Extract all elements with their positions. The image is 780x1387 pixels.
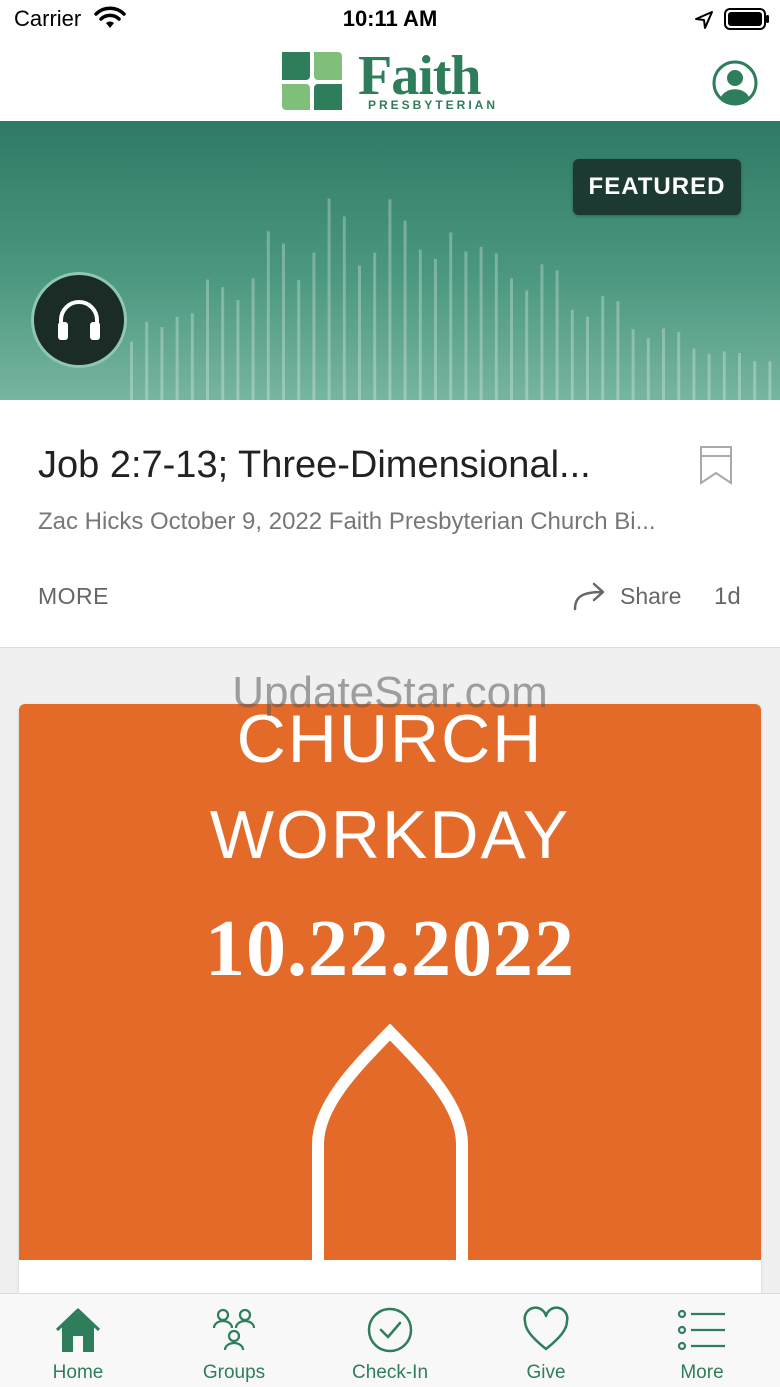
waveform-bar bbox=[312, 252, 316, 400]
home-icon bbox=[55, 1308, 101, 1352]
profile-icon[interactable] bbox=[712, 60, 758, 106]
waveform-bar bbox=[586, 316, 589, 400]
waveform-bar bbox=[358, 265, 361, 400]
waveform-bar bbox=[677, 331, 681, 400]
list-icon bbox=[677, 1309, 725, 1351]
waveform-bar bbox=[388, 199, 392, 400]
event-date: 10.22.2022 bbox=[205, 905, 575, 993]
event-title-line2: WORKDAY bbox=[209, 797, 571, 873]
waveform-bar bbox=[601, 296, 605, 400]
waveform-bar bbox=[753, 361, 757, 400]
featured-badge: FEATURED bbox=[573, 159, 741, 215]
post-age: 1d bbox=[714, 583, 741, 610]
waveform-bar bbox=[282, 243, 285, 400]
logo-mark-icon bbox=[282, 52, 342, 110]
heart-icon bbox=[523, 1306, 569, 1351]
tab-home[interactable]: Home bbox=[0, 1294, 156, 1387]
waveform-bar bbox=[662, 328, 665, 400]
waveform-bar bbox=[570, 309, 574, 400]
waveform-bar bbox=[646, 338, 650, 400]
waveform-bar bbox=[494, 253, 498, 400]
waveform-bar bbox=[190, 313, 194, 400]
waveform-bar bbox=[145, 321, 149, 400]
listen-button[interactable] bbox=[31, 272, 127, 368]
share-arrow-icon bbox=[573, 582, 605, 611]
waveform-bar bbox=[722, 351, 726, 400]
tab-give[interactable]: Give bbox=[468, 1294, 624, 1387]
faith-logo: Faith PRESBYTERIAN bbox=[280, 45, 502, 116]
sermon-title[interactable]: Job 2:7-13; Three-Dimensional... bbox=[38, 444, 678, 487]
groups-icon bbox=[212, 1308, 256, 1351]
waveform-bar bbox=[616, 301, 620, 400]
status-bar: Carrier 10:11 AM bbox=[0, 0, 780, 40]
waveform-bar bbox=[525, 290, 529, 400]
event-image: CHURCH WORKDAY 10.22.2022 bbox=[19, 704, 761, 1260]
waveform-bar bbox=[175, 316, 179, 400]
tab-groups[interactable]: Groups bbox=[156, 1294, 312, 1387]
check-in-icon bbox=[367, 1307, 413, 1353]
waveform-bar bbox=[266, 231, 270, 400]
more-link[interactable]: MORE bbox=[38, 583, 109, 610]
waveform-bar bbox=[206, 279, 209, 400]
sermon-subtitle: Zac Hicks October 9, 2022 Faith Presbyte… bbox=[38, 508, 656, 535]
tab-check-in[interactable]: Check-In bbox=[312, 1294, 468, 1387]
headphones-icon bbox=[58, 300, 100, 340]
event-card[interactable]: CHURCH WORKDAY 10.22.2022 bbox=[19, 704, 761, 1304]
church-door-arch-icon bbox=[312, 1024, 468, 1260]
status-time: 10:11 AM bbox=[342, 6, 438, 31]
waveform-bar bbox=[692, 348, 696, 400]
location-arrow-icon bbox=[695, 11, 713, 29]
waveform-bar bbox=[373, 252, 377, 400]
app-header: Faith PRESBYTERIAN bbox=[0, 40, 780, 121]
tab-give-label: Give bbox=[526, 1362, 566, 1383]
tab-home-label: Home bbox=[52, 1362, 104, 1383]
waveform-bar bbox=[631, 329, 635, 400]
waveform-bar bbox=[342, 216, 346, 400]
featured-sermon-card[interactable]: Job 2:7-13; Three-Dimensional... Zac Hic… bbox=[0, 400, 780, 648]
waveform-bar bbox=[449, 232, 453, 400]
tab-check-in-label: Check-In bbox=[351, 1362, 429, 1383]
waveform-bar bbox=[160, 327, 164, 400]
event-title-line1: CHURCH bbox=[236, 704, 544, 777]
waveform-bar bbox=[418, 249, 422, 400]
waveform-bar bbox=[738, 353, 741, 400]
tab-groups-label: Groups bbox=[202, 1362, 266, 1383]
waveform-bar bbox=[510, 278, 513, 400]
waveform-bar bbox=[130, 341, 133, 400]
waveform-bar bbox=[768, 361, 772, 400]
waveform-bar bbox=[555, 270, 559, 400]
tab-more[interactable]: More bbox=[624, 1294, 780, 1387]
battery-icon bbox=[724, 8, 769, 30]
waveform-bar bbox=[297, 279, 301, 400]
share-button[interactable]: Share bbox=[572, 578, 681, 614]
waveform-bar bbox=[707, 353, 711, 400]
tab-more-label: More bbox=[680, 1362, 724, 1383]
waveform-bar bbox=[236, 300, 240, 400]
waveform-bar bbox=[251, 278, 255, 400]
featured-hero-image[interactable]: FEATURED bbox=[0, 121, 780, 400]
waveform-bar bbox=[479, 246, 483, 400]
waveform-bar bbox=[434, 258, 437, 400]
waveform-bar bbox=[327, 198, 331, 400]
logo-subtitle: PRESBYTERIAN bbox=[368, 98, 499, 112]
waveform-bar bbox=[540, 264, 544, 400]
tab-bar: Home Groups Check-In Give More bbox=[0, 1293, 780, 1387]
bookmark-icon[interactable] bbox=[698, 444, 734, 486]
waveform-bar bbox=[221, 287, 225, 400]
waveform-bar bbox=[464, 251, 468, 400]
waveform-bar bbox=[403, 220, 407, 400]
share-label: Share bbox=[620, 582, 682, 609]
